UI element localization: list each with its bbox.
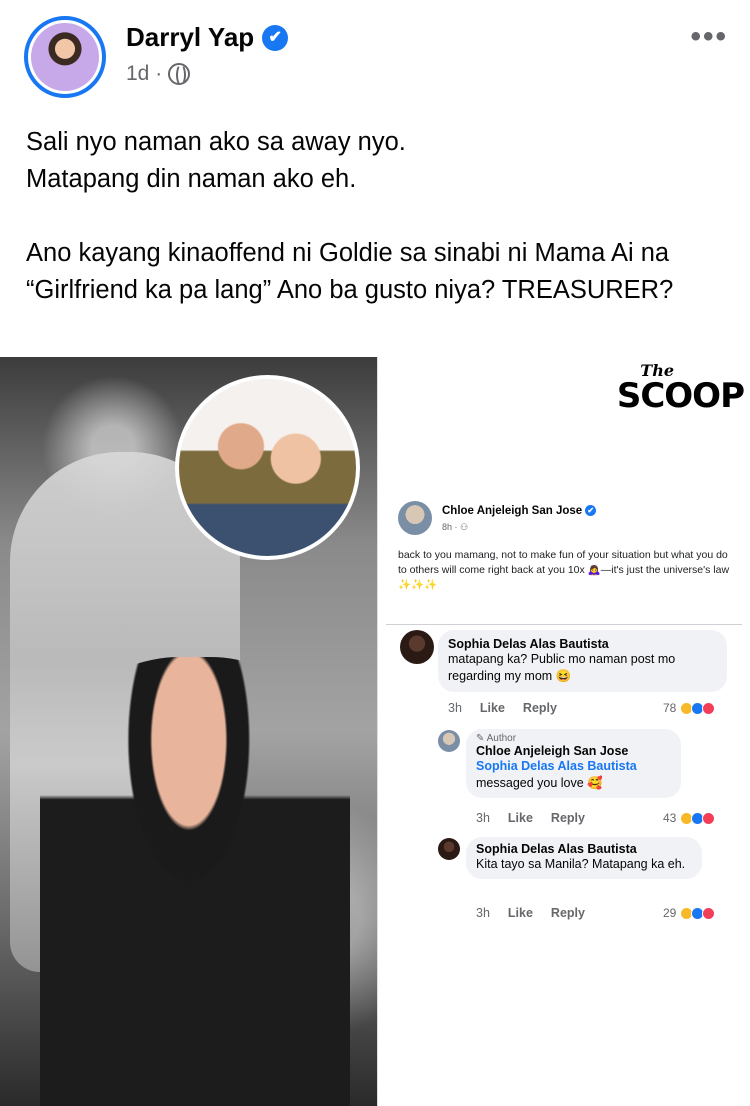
globe-icon	[168, 63, 191, 86]
original-post-author: Chloe Anjeleigh San Jose ✔	[442, 505, 597, 517]
embedded-post-screenshot: The SCOOP Chloe Anjeleigh San Jose ✔ 8h ·…	[377, 357, 750, 1106]
author-tag: ✎ Author	[476, 733, 517, 744]
comment-text: messaged you love 🥰	[476, 776, 603, 790]
love-icon	[702, 811, 716, 825]
comment-time: 3h	[476, 906, 490, 920]
verified-badge-icon: ✔	[262, 24, 289, 51]
comment-reactions: 43	[663, 811, 716, 825]
reply-button: Reply	[550, 811, 585, 825]
reaction-count: 78	[663, 701, 677, 715]
comment-mention: Sophia Delas Alas Bautista	[476, 759, 637, 773]
divider	[386, 624, 742, 625]
reply-button: Reply	[550, 906, 585, 920]
inset-circle-photo	[175, 375, 360, 560]
like-button: Like	[479, 701, 505, 715]
comment-actions: 3h Like Reply	[476, 811, 585, 825]
comment-text: matapang ka? Public mo naman post mo reg…	[448, 652, 676, 683]
woman-front-figure	[40, 657, 350, 1106]
comment-bubble: ✎ Author Chloe Anjeleigh San Jose Sophia…	[466, 729, 681, 798]
author-name-row: Darryl Yap ✔	[126, 22, 289, 53]
comment-text: Kita tayo sa Manila? Matapang ka eh.	[476, 857, 686, 871]
comment-avatar	[438, 838, 460, 860]
post-meta: 1d ·	[126, 62, 191, 86]
original-post-time: 8h · ⚇	[442, 522, 469, 532]
comment-actions: 3h Like Reply	[448, 701, 557, 715]
like-button: Like	[507, 811, 533, 825]
author-avatar[interactable]	[24, 16, 106, 98]
author-name[interactable]: Darryl Yap	[126, 22, 254, 53]
caption-line: Ano kayang kinaoffend ni Goldie sa sinab…	[26, 239, 674, 304]
original-post-text: back to you mamang, not to make fun of y…	[398, 549, 730, 591]
comment-reactions: 78	[663, 701, 716, 715]
comment-author: Sophia Delas Alas Bautista	[476, 842, 637, 856]
like-button: Like	[507, 906, 533, 920]
love-icon	[702, 906, 716, 920]
comment-author: Chloe Anjeleigh San Jose	[476, 744, 629, 758]
more-options-button[interactable]: •••	[690, 20, 728, 54]
post-header: Darryl Yap ✔ 1d · •••	[0, 0, 750, 110]
post-time[interactable]: 1d ·	[126, 62, 162, 86]
caption-line	[26, 198, 726, 235]
comment-time: 3h	[476, 811, 490, 825]
comment-actions: 3h Like Reply	[476, 906, 585, 920]
post-image[interactable]: The SCOOP Chloe Anjeleigh San Jose ✔ 8h ·…	[0, 357, 750, 1106]
original-post-author-name: Chloe Anjeleigh San Jose	[442, 505, 583, 517]
original-post-avatar	[398, 501, 432, 535]
post-caption: Sali nyo naman ako sa away nyo. Matapang…	[26, 124, 726, 309]
caption-line: Sali nyo naman ako sa away nyo.	[26, 128, 406, 156]
comment-reactions: 29	[663, 906, 716, 920]
comment-avatar	[400, 630, 434, 664]
comment-time: 3h	[448, 701, 462, 715]
love-icon	[702, 701, 716, 715]
reaction-count: 29	[663, 906, 677, 920]
logo-scoop: SCOOP	[616, 376, 745, 416]
avatar-photo	[31, 23, 99, 91]
reply-button: Reply	[522, 701, 557, 715]
comment-bubble: Sophia Delas Alas Bautista matapang ka? …	[438, 630, 727, 692]
comment-bubble: Sophia Delas Alas Bautista Kita tayo sa …	[466, 837, 702, 879]
the-scoop-logo: The SCOOP	[616, 363, 745, 416]
comment-avatar	[438, 730, 460, 752]
reaction-count: 43	[663, 811, 677, 825]
verified-badge-icon: ✔	[585, 505, 597, 517]
caption-line: Matapang din naman ako eh.	[26, 165, 357, 193]
comment-author: Sophia Delas Alas Bautista	[448, 637, 609, 651]
